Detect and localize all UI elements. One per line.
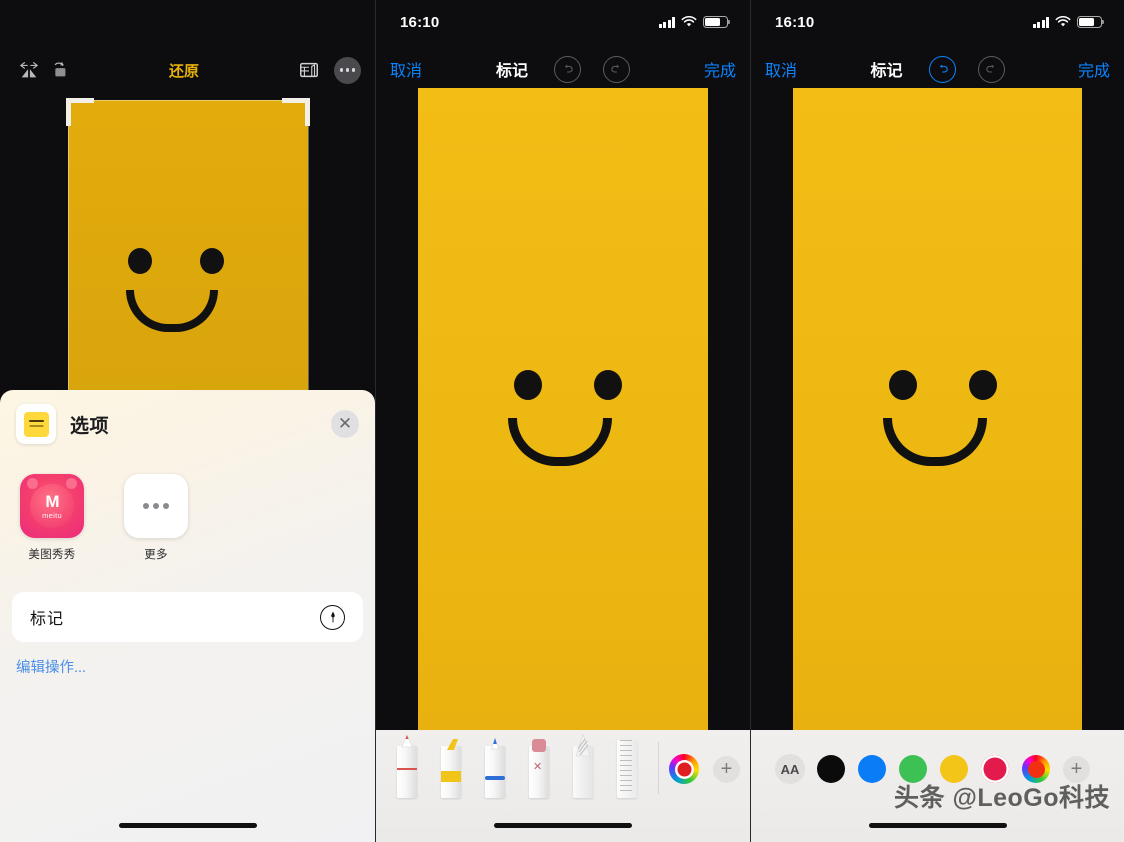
- undo-icon[interactable]: [928, 55, 956, 83]
- more-options-icon[interactable]: [334, 56, 361, 84]
- status-bar: 16:10: [751, 0, 1124, 44]
- pen-icon[interactable]: [394, 734, 420, 798]
- face-left-eye: [128, 248, 152, 274]
- status-bar: 16:10: [376, 0, 750, 44]
- share-app-more[interactable]: 更多: [118, 474, 194, 562]
- cellular-signal-icon: [658, 16, 675, 28]
- share-app-label: 美图秀秀: [28, 549, 76, 561]
- highlighter-icon[interactable]: [438, 734, 464, 798]
- status-icons: [1032, 16, 1105, 28]
- face-left-eye: [514, 370, 542, 400]
- close-icon[interactable]: ✕: [331, 410, 359, 438]
- markup-nav-bar: 取消 标记 完成: [751, 44, 1124, 94]
- face-mouth: [508, 418, 612, 466]
- crop-toolbar: 还原: [0, 48, 375, 92]
- wifi-icon: [681, 16, 697, 27]
- color-swatch-black[interactable]: [817, 755, 845, 783]
- page-title: 标记: [496, 63, 529, 80]
- markup-pen-icon: [320, 604, 345, 630]
- panel-markup-tools: 16:10 取消 标记 完成 ✕ +: [375, 0, 750, 842]
- home-indicator[interactable]: [118, 823, 257, 828]
- eraser-icon[interactable]: ✕: [526, 734, 552, 798]
- markup-toolbar-mid: ✕ +: [376, 730, 750, 842]
- battery-icon: [1077, 16, 1105, 28]
- status-time: 16:10: [400, 13, 440, 31]
- color-picker-icon[interactable]: [669, 754, 699, 784]
- panel-text-formatting: 16:10 取消 标记 完成 AA + 头条 @LeoGo科技: [750, 0, 1124, 842]
- watermark: 头条 @LeoGo科技: [894, 784, 1110, 812]
- share-action-label: 标记: [30, 611, 65, 628]
- share-app-label: 更多: [144, 549, 168, 561]
- markup-nav-bar: 取消 标记 完成: [376, 44, 750, 94]
- cancel-button[interactable]: 取消: [390, 57, 422, 81]
- status-icons: [658, 16, 731, 28]
- ruler-icon[interactable]: [614, 734, 640, 798]
- meitu-app-icon: Mmeitu: [20, 474, 84, 538]
- cancel-button[interactable]: 取消: [765, 57, 797, 81]
- home-indicator[interactable]: [868, 823, 1007, 828]
- add-icon[interactable]: +: [713, 756, 740, 783]
- share-app-meitu[interactable]: Mmeitu 美图秀秀: [14, 474, 90, 562]
- revert-button[interactable]: 还原: [74, 60, 294, 81]
- battery-icon: [703, 16, 731, 28]
- face-mouth: [126, 290, 218, 332]
- aspect-ratio-icon[interactable]: [294, 55, 324, 85]
- done-button[interactable]: 完成: [1078, 57, 1110, 81]
- share-sheet-title: 选项: [70, 415, 110, 437]
- status-time: 16:10: [775, 13, 815, 31]
- cellular-signal-icon: [1032, 16, 1049, 28]
- undo-icon[interactable]: [554, 55, 582, 83]
- share-action-markup[interactable]: 标记: [12, 592, 363, 642]
- screenshot-stage: 还原 选项 ✕ M meitu 美图秀秀 更多 标记 编辑操作... 16:10…: [0, 0, 1124, 842]
- face-left-eye: [889, 370, 917, 400]
- text-style-button[interactable]: AA: [775, 754, 805, 784]
- home-indicator[interactable]: [494, 823, 632, 828]
- photo-canvas-left: [68, 100, 308, 420]
- photo-canvas-mid[interactable]: [418, 88, 708, 842]
- share-sheet-header: 选项 ✕: [0, 390, 375, 444]
- face-mouth: [883, 418, 987, 466]
- face-right-eye: [200, 248, 224, 274]
- flip-horizontal-icon[interactable]: [14, 55, 44, 85]
- share-apps-row: Mmeitu 美图秀秀 更多: [0, 444, 375, 562]
- rotate-icon[interactable]: [44, 55, 74, 85]
- lasso-icon[interactable]: [570, 733, 596, 798]
- face-right-eye: [594, 370, 622, 400]
- panel-photo-crop-editor: 还原 选项 ✕ M meitu 美图秀秀 更多 标记 编辑操作...: [0, 0, 375, 842]
- redo-icon[interactable]: [603, 55, 631, 83]
- edit-actions-link[interactable]: 编辑操作...: [16, 656, 375, 677]
- redo-icon[interactable]: [977, 55, 1005, 83]
- photo-thumbnail-icon: [16, 404, 56, 444]
- pencil-icon[interactable]: [482, 734, 508, 798]
- wifi-icon: [1055, 16, 1071, 27]
- photo-canvas-right[interactable]: [793, 88, 1082, 842]
- face-right-eye: [969, 370, 997, 400]
- more-apps-icon: [124, 474, 188, 538]
- toolbar-divider: [658, 742, 659, 794]
- share-sheet: 选项 ✕ Mmeitu 美图秀秀 更多 标记 编辑操作...: [0, 390, 375, 842]
- done-button[interactable]: 完成: [704, 57, 736, 81]
- page-title: 标记: [870, 63, 903, 80]
- color-swatch-blue[interactable]: [858, 755, 886, 783]
